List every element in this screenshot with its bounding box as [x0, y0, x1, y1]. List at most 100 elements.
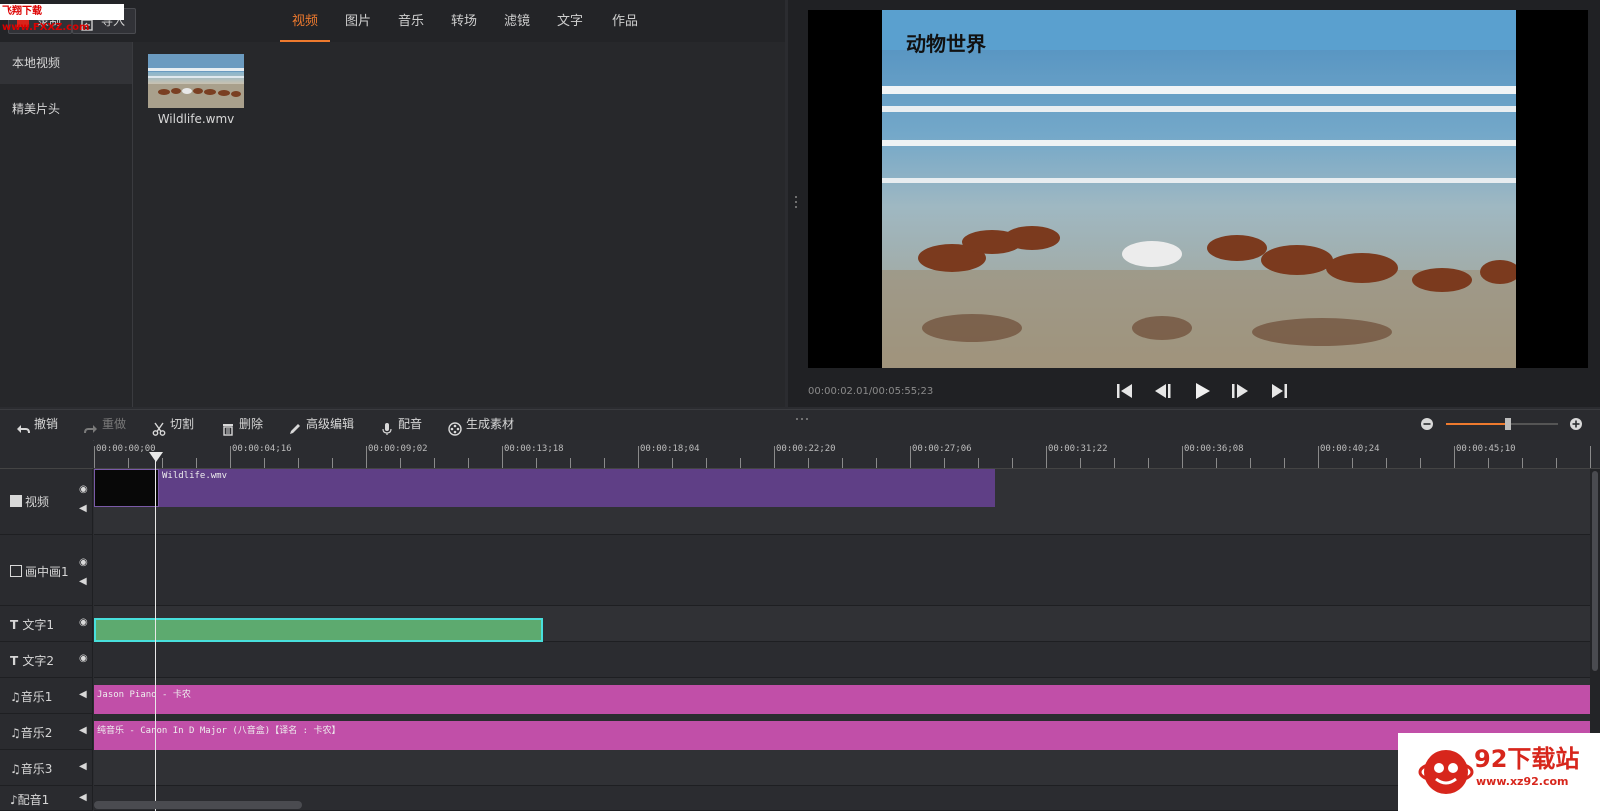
volume-icon[interactable]: ◀	[79, 503, 87, 514]
delete-label: 删除	[239, 417, 264, 431]
track-label: T 文字1	[10, 618, 55, 632]
track-lane-text2[interactable]	[94, 642, 1590, 678]
ruler-tick-label: 00:00:22;20	[776, 444, 836, 454]
playhead-handle[interactable]	[149, 452, 163, 462]
pip-track-icon	[10, 565, 22, 577]
dub-button[interactable]: 配音	[378, 409, 422, 439]
track-label: T 文字2	[10, 654, 55, 668]
advanced-edit-button[interactable]: 高级编辑	[286, 409, 354, 439]
cut-label: 切割	[170, 417, 195, 431]
undo-button[interactable]: 撤销	[14, 409, 58, 439]
track-header-text1: T 文字1 ◉	[0, 606, 93, 642]
track-header-dub1: ♪配音1 ◀	[0, 786, 93, 811]
track-header-music2: ♫音乐2 ◀	[0, 714, 93, 750]
site-logo: 92下载站 www.xz92.com	[1398, 733, 1600, 811]
track-lane-pip[interactable]	[94, 535, 1590, 606]
watermark: 飞翔下载 www.FXXZ.com	[0, 4, 124, 33]
ruler-tick-label: 00:00:27;06	[912, 444, 972, 454]
volume-icon[interactable]: ◀	[79, 576, 87, 587]
track-label: ♫音乐3	[10, 762, 53, 776]
video-overlay-title: 动物世界	[906, 32, 986, 56]
play-button[interactable]	[1191, 380, 1213, 402]
tab-images[interactable]: 图片	[333, 0, 383, 40]
sidebar-item-intros[interactable]: 精美片头	[0, 88, 132, 130]
visibility-eye-icon[interactable]: ◉	[79, 617, 88, 628]
tab-music[interactable]: 音乐	[386, 0, 436, 40]
ruler-tick-label: 00:00:36;08	[1184, 444, 1244, 454]
step-back-icon	[1155, 384, 1171, 398]
tab-works[interactable]: 作品	[598, 0, 652, 40]
media-item-name: Wildlife.wmv	[157, 112, 235, 126]
scissors-icon	[152, 417, 166, 436]
plus-circle-icon	[1570, 418, 1582, 430]
visibility-eye-icon[interactable]: ◉	[79, 484, 88, 495]
previous-frame-button[interactable]	[1152, 380, 1174, 402]
volume-icon[interactable]: ◀	[79, 725, 87, 736]
music-note-icon: ♫	[10, 762, 21, 776]
visibility-eye-icon[interactable]: ◉	[79, 653, 88, 664]
generate-label: 生成素材	[466, 417, 515, 431]
microphone-icon: ♪	[10, 793, 18, 807]
track-lane-dub1[interactable]	[94, 786, 1590, 811]
track-lane-music3[interactable]	[94, 750, 1590, 786]
zoom-in-button[interactable]	[1569, 417, 1583, 431]
visibility-eye-icon[interactable]: ◉	[79, 557, 88, 568]
music-note-icon: ♫	[10, 726, 21, 740]
music-clip-1[interactable]: Jason Piano - 卡农	[94, 685, 1590, 714]
panel-resize-handle[interactable]	[794, 195, 798, 209]
tab-transitions[interactable]: 转场	[439, 0, 489, 40]
zoom-slider-handle[interactable]	[1504, 418, 1511, 430]
tab-text[interactable]: 文字	[545, 0, 595, 40]
zoom-slider-fill	[1446, 423, 1508, 425]
sidebar-item-local-video[interactable]: 本地视频	[0, 42, 132, 84]
ruler-tick-label: 00:00:45;10	[1456, 444, 1516, 454]
music-note-icon: ♫	[10, 690, 21, 704]
ruler-tick-label: 00:00:40;24	[1320, 444, 1380, 454]
skip-start-icon	[1117, 384, 1132, 398]
text-track-icon: T	[10, 654, 23, 668]
track-label: 画中画1	[10, 563, 69, 580]
tab-video[interactable]: 视频	[280, 0, 330, 42]
ruler-tick-label: 00:00:00;00	[96, 444, 156, 454]
video-clip[interactable]: Wildlife.wmv	[159, 469, 995, 507]
zoom-out-button[interactable]	[1420, 417, 1434, 431]
undo-label: 撤销	[34, 417, 59, 431]
track-header-music3: ♫音乐3 ◀	[0, 750, 93, 786]
ruler-tick-label: 00:00:31;22	[1048, 444, 1108, 454]
skip-to-start-button[interactable]	[1114, 380, 1136, 402]
tab-filters[interactable]: 滤镜	[492, 0, 542, 40]
film-reel-icon	[448, 417, 462, 436]
next-frame-button[interactable]	[1229, 380, 1251, 402]
timeline-resize-handle[interactable]	[795, 410, 809, 420]
text-track-icon: T	[10, 618, 23, 632]
generate-button[interactable]: 生成素材	[446, 409, 514, 439]
timeline-horizontal-scrollbar[interactable]	[94, 801, 302, 809]
video-track-icon	[10, 495, 22, 507]
redo-icon	[84, 417, 98, 434]
logo-url: www.xz92.com	[1476, 775, 1569, 788]
dub-label: 配音	[398, 417, 423, 431]
media-thumbnail[interactable]	[148, 54, 244, 108]
text-clip[interactable]	[94, 618, 543, 642]
skip-to-end-button[interactable]	[1268, 380, 1290, 402]
minus-circle-icon	[1421, 418, 1433, 430]
timeline-corner	[0, 440, 93, 469]
cut-button[interactable]: 切割	[150, 409, 194, 439]
redo-button[interactable]: 重做	[82, 409, 126, 439]
step-forward-icon	[1232, 384, 1248, 398]
video-clip-thumbnail[interactable]	[94, 469, 159, 507]
music-clip-2[interactable]: 纯音乐 - Canon In D Major (八音盒)【译名 : 卡农】	[94, 721, 1590, 750]
microphone-icon	[380, 417, 394, 435]
volume-icon[interactable]: ◀	[79, 761, 87, 772]
logo-emblem-icon	[1418, 750, 1474, 794]
play-icon	[1196, 383, 1210, 399]
scrollbar-thumb[interactable]	[1592, 471, 1598, 671]
track-header-music1: ♫音乐1 ◀	[0, 678, 93, 714]
advanced-edit-label: 高级编辑	[306, 417, 355, 431]
playhead-line[interactable]	[155, 452, 156, 811]
zoom-slider[interactable]	[1446, 418, 1558, 430]
delete-button[interactable]: 删除	[219, 409, 263, 439]
volume-icon[interactable]: ◀	[79, 689, 87, 700]
volume-icon[interactable]: ◀	[79, 792, 87, 803]
ruler-tick-label: 00:00:04;16	[232, 444, 292, 454]
